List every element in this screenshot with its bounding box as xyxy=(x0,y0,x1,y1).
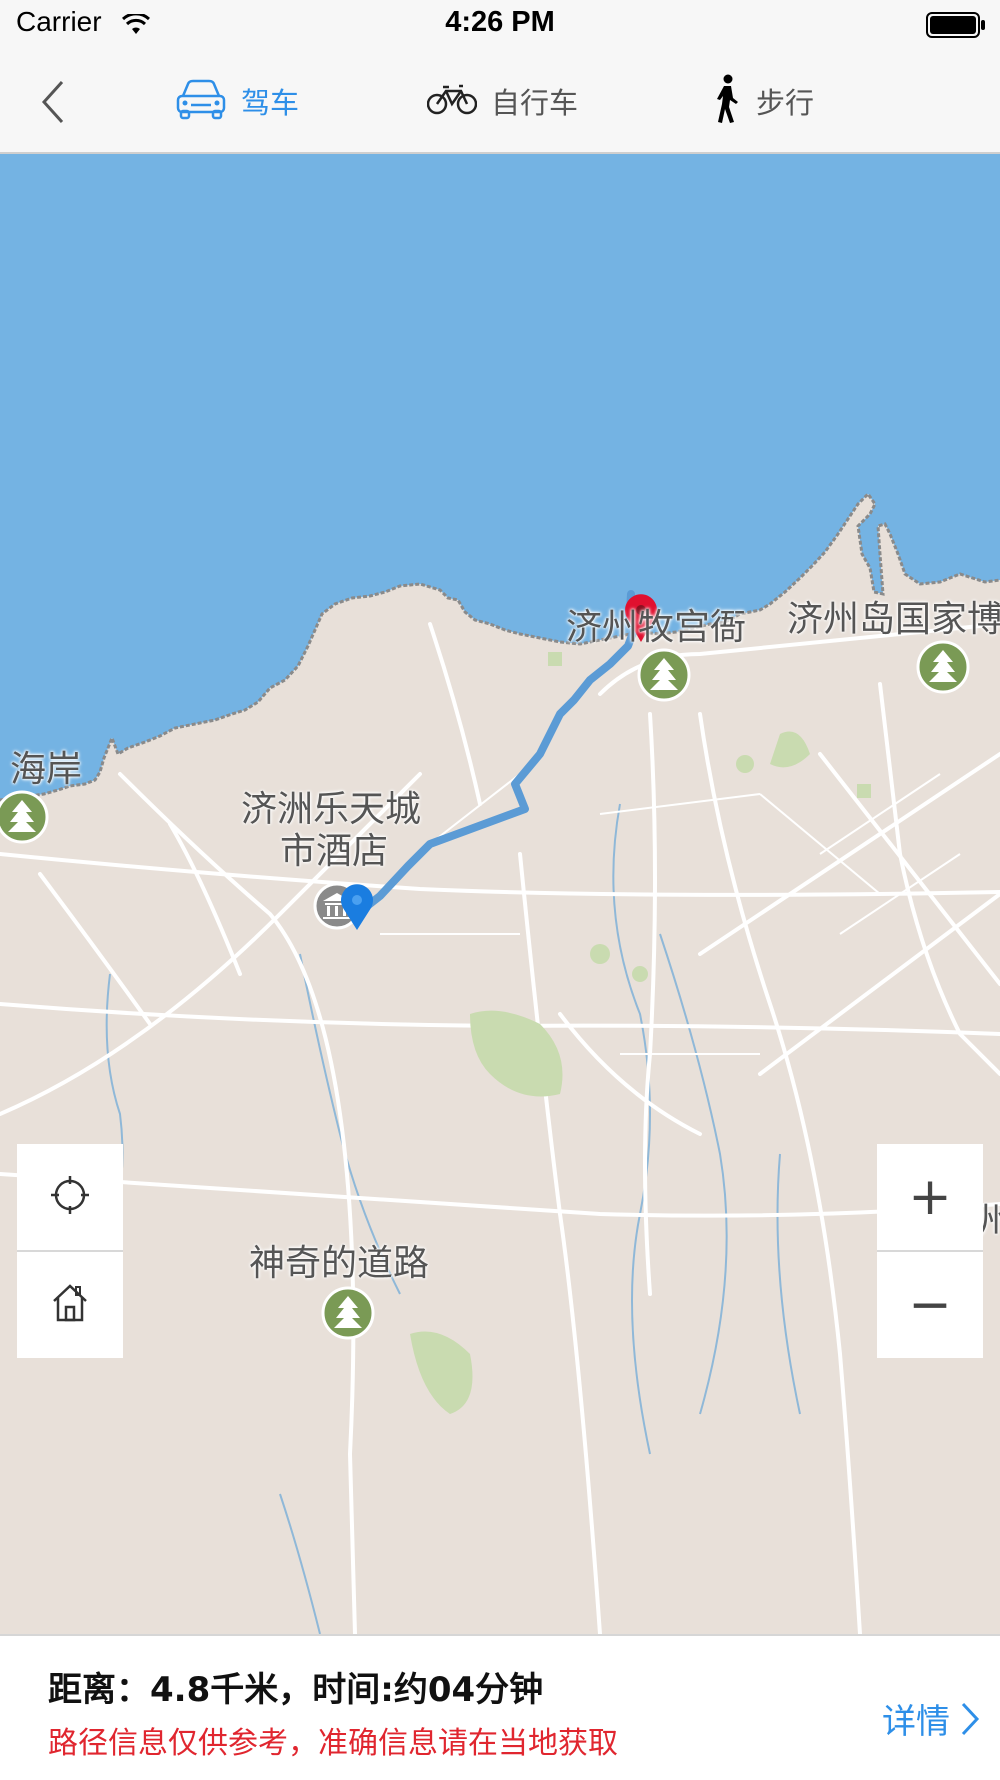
back-button[interactable] xyxy=(38,78,68,126)
chevron-left-icon xyxy=(41,80,64,124)
tab-drive-label: 驾车 xyxy=(241,86,300,120)
map-label-lotte-hotel-line2: 市酒店 xyxy=(280,831,389,872)
carrier-label: Carrier xyxy=(16,6,102,37)
start-location-pin[interactable] xyxy=(340,884,374,936)
chevron-right-icon xyxy=(961,1702,980,1735)
home-button[interactable] xyxy=(17,1252,123,1358)
plus-icon: + xyxy=(908,1167,952,1227)
bicycle-icon xyxy=(426,83,478,119)
route-disclaimer: 路径信息仅供参考，准确信息请在当地获取 xyxy=(48,1726,618,1761)
tab-bicycle-label: 自行车 xyxy=(491,86,579,120)
route-info-panel: 距离：4.8千米，时间:约04分钟 路径信息仅供参考，准确信息请在当地获取 详情 xyxy=(0,1634,1000,1780)
map-label-mysterious-road: 神奇的道路 xyxy=(249,1243,430,1284)
status-bar: Carrier 4:26 PM xyxy=(0,0,1000,48)
wifi-icon xyxy=(121,10,151,43)
navigation-bar: 驾车 自行车 步行 xyxy=(0,48,1000,154)
map-canvas xyxy=(0,154,1000,1634)
map-view[interactable]: 济州牧宫衙 济州岛国家博 海岸 济洲乐天城 市酒店 神奇的道路 州 + − xyxy=(0,154,1000,1634)
clock: 4:26 PM xyxy=(445,6,555,38)
details-button[interactable]: 详情 xyxy=(882,1694,980,1743)
map-label-lotte-hotel-line1: 济洲乐天城 xyxy=(241,789,422,830)
battery-icon xyxy=(926,12,986,45)
tab-walk[interactable]: 步行 xyxy=(712,74,815,128)
locate-button[interactable] xyxy=(17,1144,123,1250)
locate-icon xyxy=(50,1175,90,1219)
map-label-jeju-mokgwana: 济州牧宫衙 xyxy=(566,607,747,648)
minus-icon: − xyxy=(908,1275,952,1335)
tab-walk-label: 步行 xyxy=(756,86,815,120)
details-label: 详情 xyxy=(882,1702,950,1742)
zoom-out-button[interactable]: − xyxy=(877,1252,983,1358)
tab-drive[interactable]: 驾车 xyxy=(175,76,299,126)
tab-bicycle[interactable]: 自行车 xyxy=(426,76,579,126)
route-distance-time: 距离：4.8千米，时间:约04分钟 xyxy=(48,1670,544,1710)
home-icon xyxy=(51,1283,89,1327)
zoom-in-button[interactable]: + xyxy=(877,1144,983,1250)
map-label-coast: 海岸 xyxy=(10,749,83,790)
walking-person-icon xyxy=(712,74,742,128)
car-icon xyxy=(175,78,227,124)
map-label-jeju-museum: 济州岛国家博 xyxy=(787,599,1000,640)
